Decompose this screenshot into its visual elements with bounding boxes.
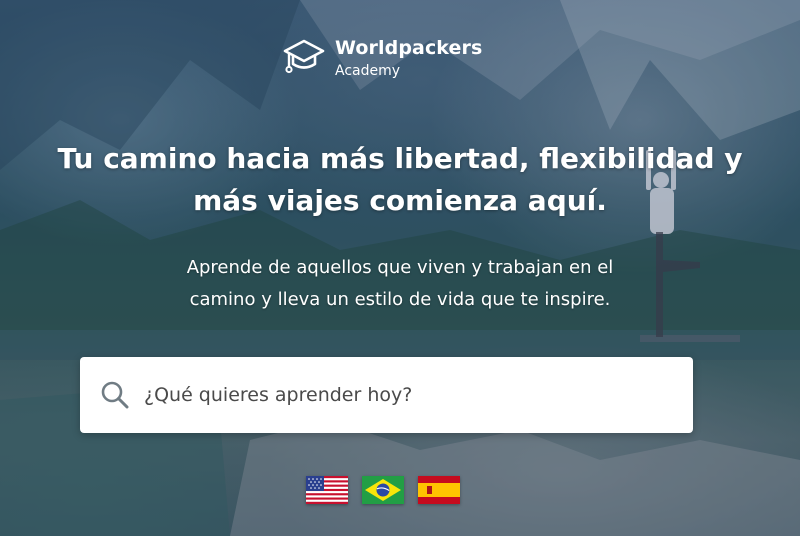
brand-logo[interactable]: Worldpackers Academy bbox=[283, 36, 482, 80]
hero-subtitle: Aprende de aquellos que viven y trabajan… bbox=[130, 252, 670, 316]
hero-section: Worldpackers Academy Tu camino hacia más… bbox=[0, 0, 800, 536]
brand-subtitle: Academy bbox=[335, 63, 401, 79]
hero-subtitle-line-2: camino y lleva un estilo de vida que te … bbox=[189, 289, 611, 310]
search-icon[interactable] bbox=[100, 380, 130, 410]
hero-headline-line-2: más viajes comienza aquí. bbox=[193, 184, 607, 217]
hero-headline: Tu camino hacia más libertad, flexibilid… bbox=[40, 138, 760, 222]
hero-subtitle-line-1: Aprende de aquellos que viven y trabajan… bbox=[186, 257, 614, 278]
graduation-cap-icon bbox=[283, 39, 325, 74]
brazil-flag-icon[interactable] bbox=[362, 476, 404, 504]
spain-flag-icon[interactable] bbox=[418, 476, 460, 504]
brand-name: Worldpackers bbox=[335, 37, 483, 59]
search-input[interactable] bbox=[142, 383, 693, 407]
brand-text: Worldpackers Academy bbox=[335, 36, 482, 80]
hero-headline-line-1: Tu camino hacia más libertad, flexibilid… bbox=[57, 142, 743, 175]
language-selector bbox=[306, 476, 460, 504]
us-flag-icon[interactable] bbox=[306, 476, 348, 504]
search-box[interactable] bbox=[80, 357, 693, 433]
